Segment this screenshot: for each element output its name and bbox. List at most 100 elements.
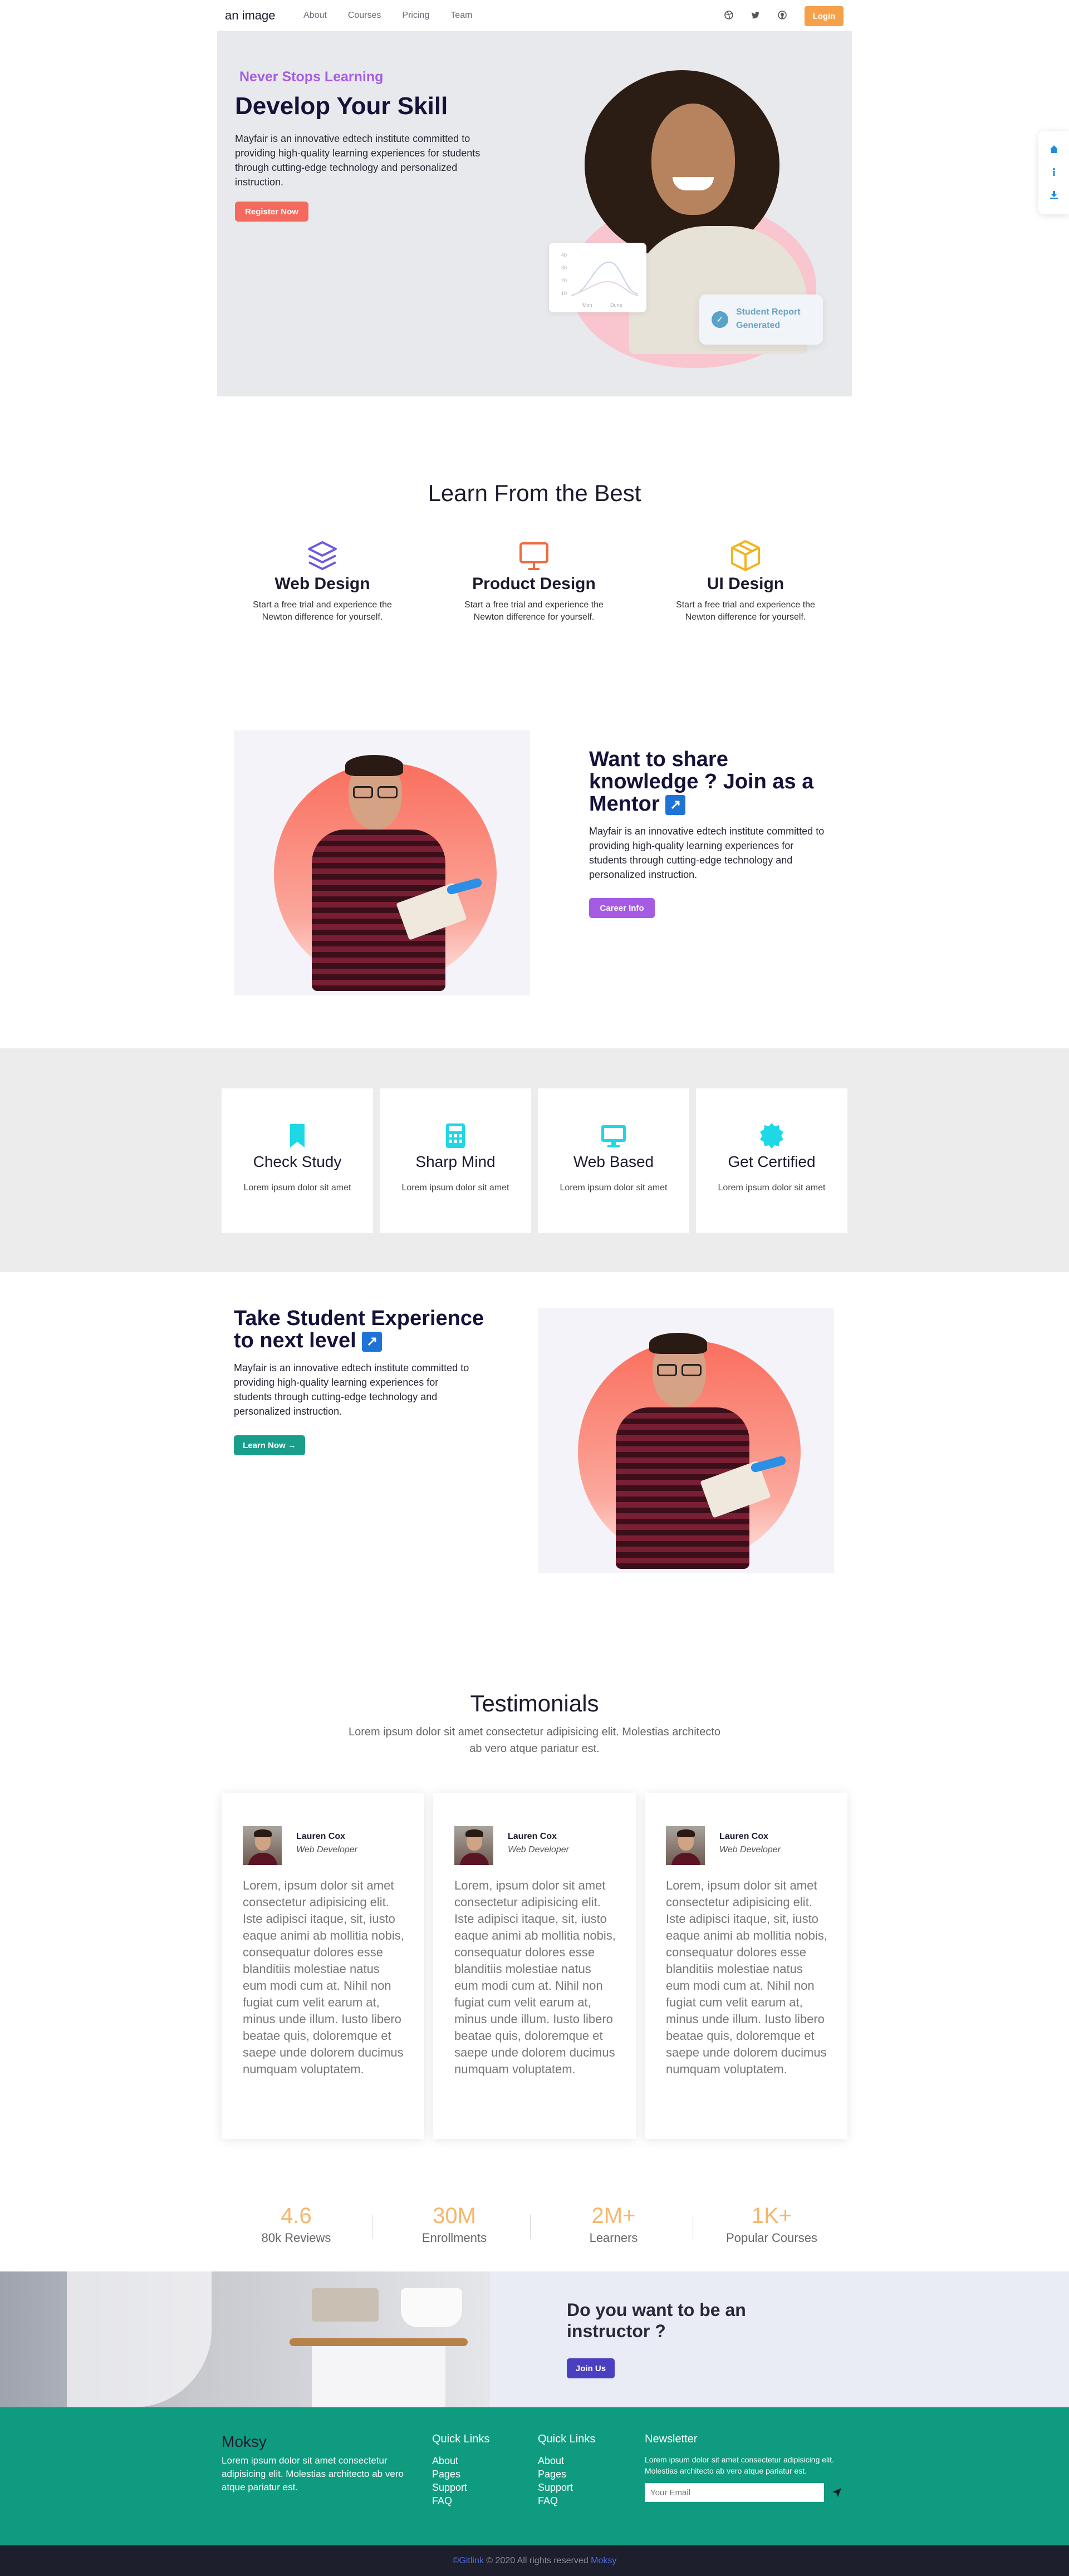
- stat-reviews: 4.6 80k Reviews: [218, 2204, 374, 2245]
- top-navbar: an image About Courses Pricing Team Logi…: [0, 0, 1069, 31]
- feature-title: Product Design: [472, 575, 596, 593]
- stat-enrollments: 30M Enrollments: [376, 2204, 532, 2245]
- feature-product-design: Product Design Start a free trial and ex…: [459, 539, 609, 624]
- logo-image[interactable]: an image: [225, 8, 276, 23]
- gitlink-link[interactable]: ©Gitlink: [453, 2556, 484, 2565]
- package-icon: [729, 539, 762, 572]
- monitor-icon: [517, 539, 551, 572]
- mentor-glasses: [377, 786, 398, 798]
- footer-link-faq[interactable]: FAQ: [432, 2494, 467, 2508]
- check-circle-icon: ✓: [712, 311, 728, 328]
- stat-courses: 1K+ Popular Courses: [694, 2204, 850, 2245]
- card-title: Web Based: [573, 1153, 654, 1170]
- info-icon[interactable]: [1050, 168, 1058, 176]
- hero-section: Never Stops Learning Develop Your Skill …: [217, 31, 852, 396]
- footer-link-pages[interactable]: Pages: [538, 2467, 573, 2481]
- card-title: Sharp Mind: [415, 1153, 496, 1170]
- testimonial-card: Lauren Cox Web Developer Lorem, ipsum do…: [433, 1793, 636, 2139]
- feature-description: Start a free trial and experience the Ne…: [676, 600, 815, 622]
- card-title: Get Certified: [728, 1153, 816, 1170]
- learn-section-title: Learn From the Best: [428, 480, 641, 506]
- footer-link-pages[interactable]: Pages: [432, 2467, 467, 2481]
- nav-link-about[interactable]: About: [303, 11, 327, 21]
- side-widget: [1038, 131, 1069, 214]
- nav-link-pricing[interactable]: Pricing: [402, 11, 429, 21]
- nav-links: About Courses Pricing Team: [303, 11, 472, 21]
- join-us-button[interactable]: Join Us: [567, 2358, 615, 2378]
- twitter-icon[interactable]: [751, 10, 761, 20]
- social-icons: [724, 10, 787, 20]
- stat-divider: [530, 2215, 531, 2239]
- testimonials-title: Testimonials: [470, 1690, 599, 1716]
- hero-title: Develop Your Skill: [235, 92, 448, 120]
- download-icon[interactable]: [1050, 190, 1058, 199]
- mentor-image-panel: [234, 730, 530, 995]
- testimonial-card: Lauren Cox Web Developer Lorem, ipsum do…: [645, 1793, 847, 2139]
- stat-value: 2M+: [591, 2204, 636, 2228]
- footer-col2-links: About Pages Support FAQ: [538, 2454, 573, 2508]
- student-report-text: Student Report Generated: [736, 307, 801, 330]
- register-now-button[interactable]: Register Now: [235, 202, 308, 222]
- footer-link-support[interactable]: Support: [538, 2481, 573, 2494]
- footer-link-about[interactable]: About: [538, 2454, 573, 2467]
- hero-woman-face: [651, 104, 735, 215]
- hero-description: Mayfair is an innovative edtech institut…: [235, 133, 480, 188]
- stat-label: 80k Reviews: [261, 2231, 331, 2245]
- layers-icon: [306, 539, 339, 572]
- experience-glasses: [681, 1364, 702, 1376]
- feature-card-check-study: Check Study Lorem ipsum dolor sit amet: [222, 1088, 373, 1233]
- career-info-button[interactable]: Career Info: [589, 898, 655, 918]
- card-description: Lorem ipsum dolor sit amet: [401, 1183, 509, 1193]
- github-icon[interactable]: [777, 10, 787, 20]
- newsletter-email-input[interactable]: [645, 2483, 824, 2502]
- experience-image-panel: [538, 1308, 834, 1573]
- arrow-up-right-icon: ↗: [665, 794, 686, 815]
- stat-label: Popular Courses: [726, 2231, 817, 2245]
- feature-card-get-certified: Get Certified Lorem ipsum dolor sit amet: [696, 1088, 847, 1233]
- chart-tick: 30: [561, 265, 567, 271]
- testimonial-card: Lauren Cox Web Developer Lorem, ipsum do…: [222, 1793, 424, 2139]
- footer-link-faq[interactable]: FAQ: [538, 2494, 573, 2508]
- footer-brand: Moksy: [222, 2433, 267, 2450]
- footer-col1-title: Quick Links: [432, 2433, 490, 2445]
- stat-label: Enrollments: [421, 2231, 487, 2245]
- learn-now-button[interactable]: Learn Now →: [234, 1435, 305, 1455]
- bookmark-icon: [283, 1122, 311, 1150]
- footer-about: Lorem ipsum dolor sit amet consectetur a…: [222, 2455, 404, 2492]
- footer-col1-links: About Pages Support FAQ: [432, 2454, 467, 2508]
- chart-month-label: Dune: [610, 302, 622, 308]
- testimonial-role: Web Developer: [719, 1845, 781, 1854]
- login-button[interactable]: Login: [805, 6, 844, 26]
- student-report-card: ✓ Student Report Generated: [699, 295, 823, 345]
- desktop-icon: [600, 1122, 627, 1150]
- footer-link-about[interactable]: About: [432, 2454, 467, 2467]
- testimonial-quote: Lorem, ipsum dolor sit amet consectetur …: [243, 1878, 404, 2076]
- newsletter-text: Lorem ipsum dolor sit amet consectetur a…: [645, 2455, 835, 2475]
- testimonials-subtitle: Lorem ipsum dolor sit amet consectetur a…: [348, 1726, 721, 1755]
- instructor-title: Do you want to be an instructor ?: [567, 2300, 746, 2341]
- feature-title: UI Design: [707, 575, 784, 593]
- dribbble-icon[interactable]: [724, 10, 734, 20]
- experience-person-hair: [649, 1333, 707, 1354]
- chart-tick: 10: [561, 291, 567, 296]
- testimonial-quote: Lorem, ipsum dolor sit amet consectetur …: [454, 1878, 616, 2076]
- feature-ui-design: UI Design Start a free trial and experie…: [670, 539, 821, 624]
- arrow-up-right-icon: ↗: [362, 1331, 383, 1352]
- send-icon[interactable]: [832, 2487, 842, 2498]
- feature-description: Start a free trial and experience the Ne…: [253, 600, 392, 622]
- home-icon[interactable]: [1050, 145, 1058, 154]
- features-band: [0, 1048, 1069, 1272]
- chart-month-label: Mon: [582, 302, 592, 308]
- feature-card-sharp-mind: Sharp Mind Lorem ipsum dolor sit amet: [380, 1088, 531, 1233]
- experience-title: Take Student Experience to next level ↗: [234, 1307, 496, 1352]
- testimonial-quote: Lorem, ipsum dolor sit amet consectetur …: [666, 1878, 827, 2076]
- calculator-icon: [442, 1122, 469, 1150]
- stat-label: Learners: [589, 2231, 638, 2245]
- card-title: Check Study: [253, 1153, 342, 1170]
- moksy-link[interactable]: Moksy: [591, 2556, 616, 2565]
- avatar: [243, 1826, 282, 1865]
- nav-link-courses[interactable]: Courses: [348, 11, 381, 21]
- instructor-section: Do you want to be an instructor ? Join U…: [0, 2271, 1069, 2407]
- nav-link-team[interactable]: Team: [450, 11, 472, 21]
- footer-link-support[interactable]: Support: [432, 2481, 467, 2494]
